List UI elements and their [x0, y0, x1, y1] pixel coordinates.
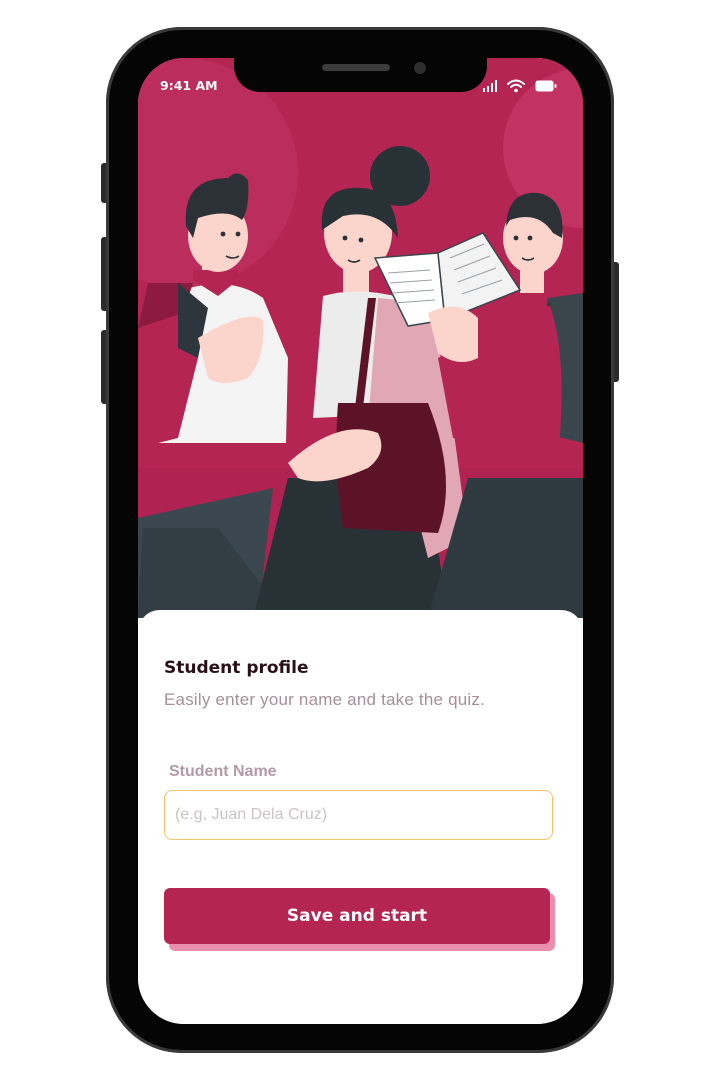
front-camera [414, 62, 426, 74]
student-profile-card: Student profile Easily enter your name a… [138, 610, 583, 1024]
cellular-signal-icon [483, 80, 497, 92]
profile-subtitle: Easily enter your name and take the quiz… [164, 690, 485, 709]
student-name-input[interactable] [164, 790, 553, 840]
student-name-label: Student Name [169, 763, 277, 780]
profile-title: Student profile [164, 658, 309, 678]
earpiece-speaker [322, 64, 390, 71]
wifi-icon [507, 79, 525, 93]
hero-illustration: 9:41 AM [138, 58, 583, 618]
battery-icon [535, 80, 557, 92]
status-icons [483, 78, 557, 94]
save-and-start-button[interactable]: Save and start [164, 888, 550, 944]
app-screen: 9:41 AM Student profile Easily enter you… [138, 58, 583, 1024]
phone-notch [234, 58, 487, 92]
status-time: 9:41 AM [160, 78, 218, 93]
students-illustration [138, 58, 583, 618]
